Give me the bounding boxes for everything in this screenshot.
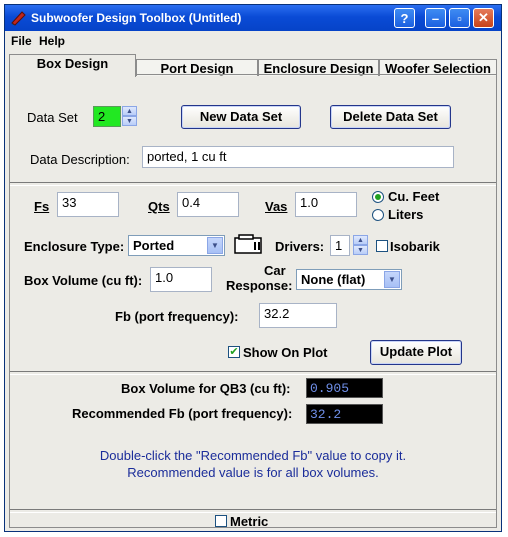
isobarik-label: Isobarik [390, 239, 440, 254]
divider [10, 371, 496, 375]
qb3-volume-output: 0.905 [306, 378, 383, 398]
enclosure-type-select[interactable]: Ported ▼ [128, 235, 225, 256]
delete-data-set-button[interactable]: Delete Data Set [330, 105, 451, 129]
help-button[interactable]: ? [394, 8, 415, 28]
menu-help[interactable]: Help [39, 34, 65, 48]
spin-down-icon[interactable]: ▼ [122, 116, 137, 126]
divider [10, 509, 496, 513]
divider [10, 182, 496, 186]
fs-input[interactable]: 33 [57, 192, 119, 217]
close-button[interactable]: ✕ [473, 8, 494, 28]
title-bar[interactable]: Subwoofer Design Toolbox (Untitled) ? – … [5, 5, 501, 31]
hint-line-2: Recommended value is for all box volumes… [127, 465, 379, 480]
liters-radio[interactable] [372, 209, 384, 221]
drivers-spinner[interactable]: ▲ ▼ [353, 235, 368, 256]
qb3-volume-label: Box Volume for QB3 (cu ft): [121, 381, 291, 396]
chevron-down-icon: ▼ [207, 237, 223, 254]
tab-strip: Box Design Port Design Enclosure Design … [5, 51, 501, 77]
qts-label: Qts [148, 199, 170, 214]
car-response-label-1: Car [264, 263, 286, 278]
subwoofer-app-icon [11, 11, 26, 26]
drivers-label: Drivers: [275, 239, 325, 254]
new-data-set-button[interactable]: New Data Set [181, 105, 301, 129]
data-description-label: Data Description: [30, 152, 130, 167]
metric-label: Metric [230, 514, 269, 529]
cu-feet-label: Cu. Feet [388, 189, 440, 204]
ported-box-icon [234, 234, 262, 254]
isobarik-checkbox[interactable] [376, 240, 388, 252]
car-response-value: None (flat) [301, 272, 366, 287]
liters-label: Liters [388, 207, 424, 222]
fb-input[interactable]: 32.2 [259, 303, 337, 328]
app-window: Subwoofer Design Toolbox (Untitled) ? – … [4, 4, 502, 532]
show-on-plot-checkbox[interactable]: ✔ [228, 346, 240, 358]
car-response-select[interactable]: None (flat) ▼ [296, 269, 402, 290]
cu-feet-radio[interactable] [372, 191, 384, 203]
enclosure-type-label: Enclosure Type: [24, 239, 125, 254]
fs-label: Fs [34, 199, 50, 214]
data-set-label: Data Set [27, 110, 78, 125]
qts-input[interactable]: 0.4 [177, 192, 239, 217]
metric-checkbox[interactable] [215, 515, 227, 527]
recommended-fb-label: Recommended Fb (port frequency): [72, 406, 293, 421]
box-volume-input[interactable]: 1.0 [150, 267, 212, 292]
data-set-input[interactable]: 2 [93, 106, 121, 127]
spin-up-icon[interactable]: ▲ [122, 106, 137, 116]
spin-down-icon[interactable]: ▼ [353, 245, 368, 255]
spin-up-icon[interactable]: ▲ [353, 235, 368, 245]
menu-file[interactable]: File [11, 34, 32, 48]
menu-bar: File Help [5, 31, 501, 49]
minimize-button[interactable]: – [425, 8, 446, 28]
box-design-panel: Data Set 2 ▲ ▼ New Data Set Delete Data … [9, 74, 497, 529]
chevron-down-icon: ▼ [384, 271, 400, 288]
car-response-label-2: Response: [226, 278, 293, 293]
update-plot-button[interactable]: Update Plot [370, 340, 462, 365]
show-on-plot-label: Show On Plot [243, 345, 328, 360]
recommended-fb-output[interactable]: 32.2 [306, 404, 383, 424]
tab-box-design[interactable]: Box Design [9, 54, 136, 77]
maximize-button[interactable]: ▫ [449, 8, 470, 28]
vas-input[interactable]: 1.0 [295, 192, 357, 217]
hint-line-1: Double-click the "Recommended Fb" value … [99, 448, 407, 463]
enclosure-type-value: Ported [133, 238, 175, 253]
data-set-spinner[interactable]: ▲ ▼ [122, 106, 137, 127]
vas-label: Vas [265, 199, 288, 214]
box-volume-label: Box Volume (cu ft): [24, 273, 143, 288]
data-description-input[interactable]: ported, 1 cu ft [142, 146, 454, 168]
window-title: Subwoofer Design Toolbox (Untitled) [31, 11, 242, 25]
drivers-input[interactable]: 1 [330, 235, 350, 256]
fb-label: Fb (port frequency): [115, 309, 239, 324]
